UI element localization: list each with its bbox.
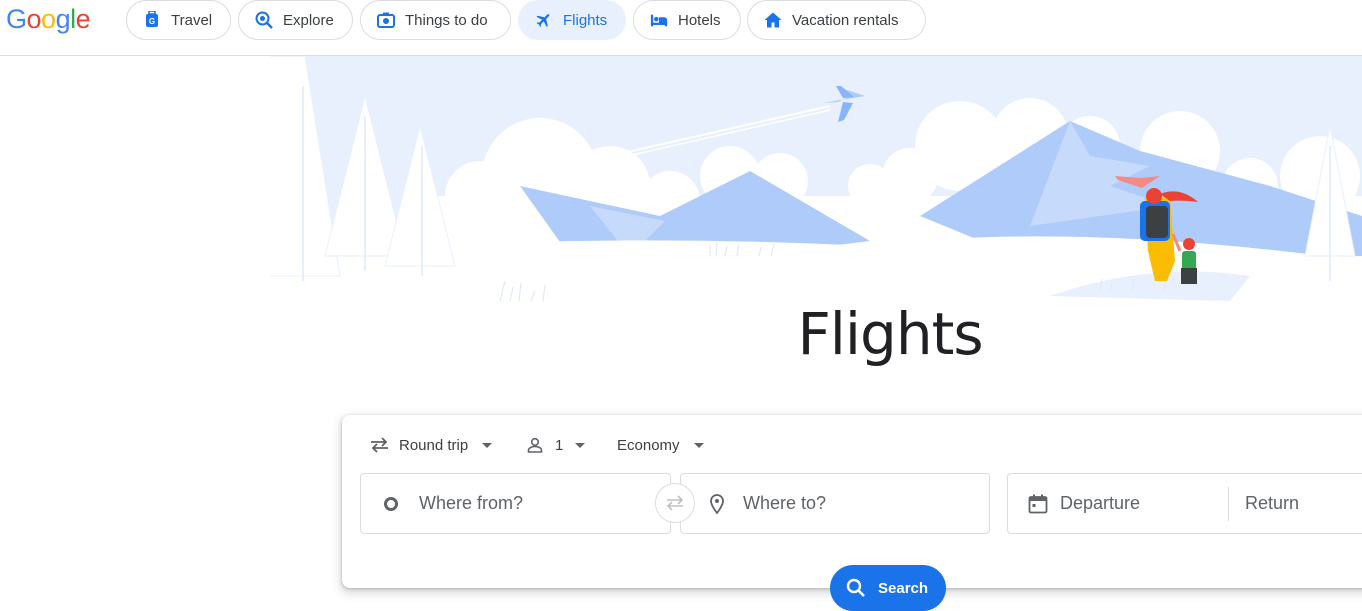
chevron-down-icon <box>482 442 493 448</box>
date-range-input: Departure Return <box>1007 473 1362 534</box>
origin-placeholder: Where from? <box>419 493 524 513</box>
luggage-icon: G <box>143 11 161 29</box>
google-logo[interactable]: Google <box>6 4 91 35</box>
origin-circle-icon <box>383 496 399 512</box>
nav-chip-label: Travel <box>171 11 213 29</box>
nav-chip-explore[interactable]: Explore <box>238 0 353 40</box>
nav-chip-things-to-do[interactable]: Things to do <box>360 0 511 40</box>
person-icon <box>527 437 543 453</box>
search-icon <box>846 578 866 598</box>
nav-chip-label: Hotels <box>678 11 721 29</box>
flight-search-card: Round trip 1 Economy Where from? Where t… <box>342 415 1362 611</box>
swap-arrows-icon <box>665 495 685 511</box>
trip-type-value: Round trip <box>399 436 469 454</box>
passengers-value: 1 <box>555 436 564 454</box>
location-pin-icon <box>709 493 725 514</box>
nav-chip-label: Explore <box>283 11 334 29</box>
departure-field[interactable]: Departure <box>1060 493 1228 514</box>
bed-icon <box>650 11 668 29</box>
destination-input[interactable]: Where to? <box>680 473 990 534</box>
nav-chip-label: Vacation rentals <box>792 11 899 29</box>
return-field[interactable]: Return <box>1245 493 1299 514</box>
chevron-down-icon <box>575 442 586 448</box>
search-button[interactable]: Search <box>830 565 946 611</box>
cabin-class-selector[interactable]: Economy <box>617 435 704 455</box>
cabin-class-value: Economy <box>617 436 680 454</box>
trip-type-selector[interactable]: Round trip <box>370 435 493 455</box>
page-title: Flights <box>797 300 983 368</box>
nav-chip-flights[interactable]: Flights <box>518 0 626 40</box>
camera-icon <box>377 11 395 29</box>
calendar-icon <box>1028 494 1048 514</box>
nav-chip-label: Flights <box>563 11 608 29</box>
swap-arrows-icon <box>370 437 389 453</box>
top-navigation-bar: Google G Travel Explore Things to do Fli… <box>0 0 1362 56</box>
nav-chip-label: Things to do <box>405 11 488 29</box>
chevron-down-icon <box>693 442 704 448</box>
origin-input[interactable]: Where from? <box>360 473 671 534</box>
destination-placeholder: Where to? <box>743 493 827 513</box>
nav-chip-travel[interactable]: G Travel <box>126 0 231 40</box>
explore-search-icon <box>255 11 273 29</box>
hero-illustration <box>270 56 1362 316</box>
nav-chip-hotels[interactable]: Hotels <box>633 0 741 40</box>
date-divider <box>1228 486 1229 521</box>
airplane-icon <box>535 11 553 29</box>
nav-chip-vacation-rentals[interactable]: Vacation rentals <box>747 0 926 40</box>
house-icon <box>764 11 782 29</box>
svg-text:G: G <box>149 17 155 26</box>
search-button-label: Search <box>878 579 929 597</box>
swap-locations-button[interactable] <box>655 483 695 523</box>
passengers-selector[interactable]: 1 <box>527 435 586 455</box>
